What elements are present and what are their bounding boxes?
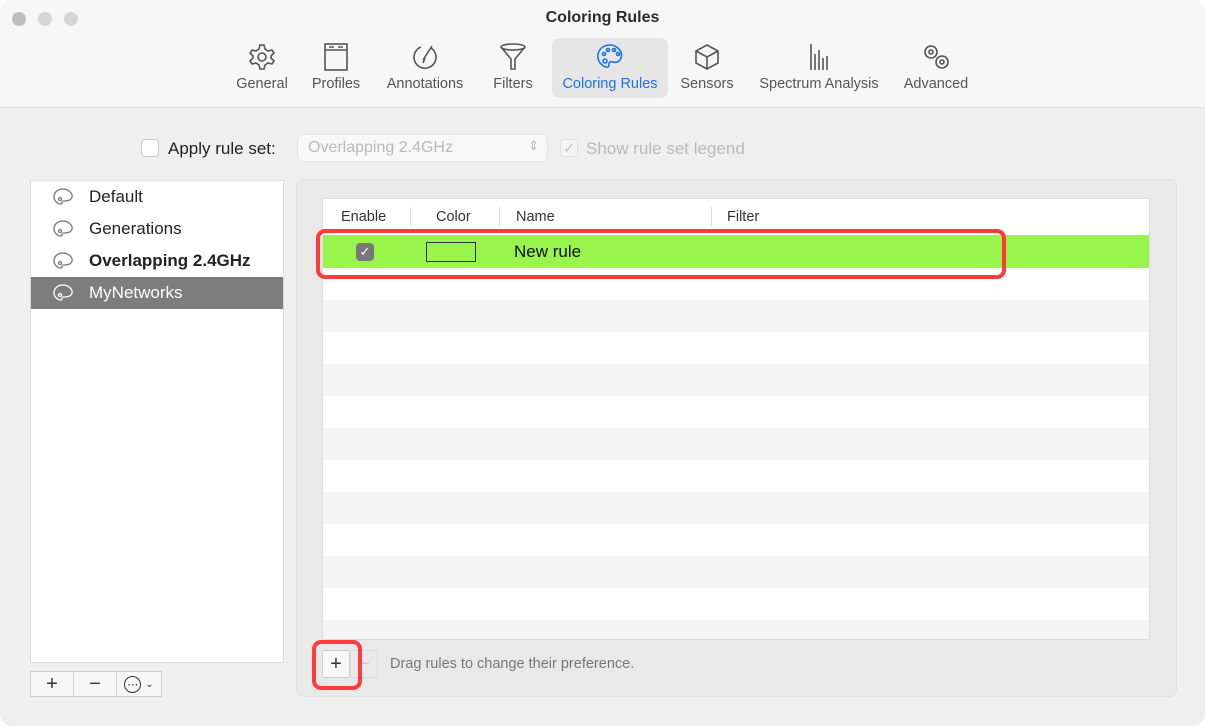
- tab-advanced[interactable]: Advanced: [898, 38, 974, 98]
- window-title: Coloring Rules: [545, 9, 660, 26]
- palette-icon: [53, 188, 73, 205]
- highlight-box-rule: [316, 229, 1006, 279]
- highlight-box-add: [312, 640, 362, 690]
- tab-sensors[interactable]: Sensors: [676, 38, 738, 98]
- column-color[interactable]: Color: [436, 209, 471, 225]
- column-enable[interactable]: Enable: [341, 209, 386, 225]
- funnel-icon: [500, 43, 526, 70]
- profiles-icon: [324, 43, 348, 71]
- preferences-window: Coloring Rules General Profiles Annotati…: [0, 0, 1205, 726]
- show-legend-checkbox[interactable]: ✓: [560, 139, 578, 157]
- more-actions-button[interactable]: ⋯ ⌄: [117, 672, 161, 696]
- remove-rule-set-button[interactable]: −: [74, 672, 117, 696]
- spectrum-icon: [810, 44, 828, 70]
- palette-icon: [597, 44, 623, 68]
- rule-set-list: Default Generations Overlapping 2.4GHz M…: [30, 180, 284, 663]
- column-name[interactable]: Name: [516, 209, 555, 225]
- palette-icon: [53, 252, 73, 269]
- rule-set-item-default[interactable]: Default: [31, 181, 283, 213]
- rule-set-buttons: + − ⋯ ⌄: [30, 671, 162, 697]
- add-rule-set-button[interactable]: +: [31, 672, 74, 696]
- rule-set-select[interactable]: Overlapping 2.4GHz ⇕: [297, 134, 548, 162]
- tab-coloring-rules[interactable]: Coloring Rules: [552, 38, 668, 98]
- gear-icon: [248, 44, 276, 70]
- gears-icon: [924, 45, 949, 69]
- show-legend-label: Show rule set legend: [586, 139, 745, 158]
- tab-profiles[interactable]: Profiles: [306, 38, 366, 98]
- cube-icon: [695, 44, 719, 70]
- updown-chevron-icon: ⇕: [528, 138, 539, 153]
- rule-set-item-overlapping[interactable]: Overlapping 2.4GHz: [31, 245, 283, 277]
- annotations-icon: [413, 45, 437, 69]
- toolbar: Coloring Rules General Profiles Annotati…: [0, 0, 1205, 108]
- drag-hint: Drag rules to change their preference.: [390, 656, 635, 672]
- tab-spectrum-analysis[interactable]: Spectrum Analysis: [750, 38, 888, 98]
- tab-annotations[interactable]: Annotations: [380, 38, 470, 98]
- palette-icon: [53, 220, 73, 237]
- tab-general[interactable]: General: [232, 38, 292, 98]
- tab-filters[interactable]: Filters: [486, 38, 540, 98]
- palette-icon: [53, 284, 73, 301]
- apply-rule-set-checkbox[interactable]: [141, 139, 159, 157]
- rule-set-item-mynetworks[interactable]: MyNetworks: [31, 277, 283, 309]
- rule-set-item-generations[interactable]: Generations: [31, 213, 283, 245]
- chevron-down-icon: ⌄: [145, 678, 154, 690]
- ellipsis-circle-icon: ⋯: [124, 675, 142, 693]
- column-filter[interactable]: Filter: [727, 209, 759, 225]
- apply-rule-set-label: Apply rule set:: [168, 139, 276, 158]
